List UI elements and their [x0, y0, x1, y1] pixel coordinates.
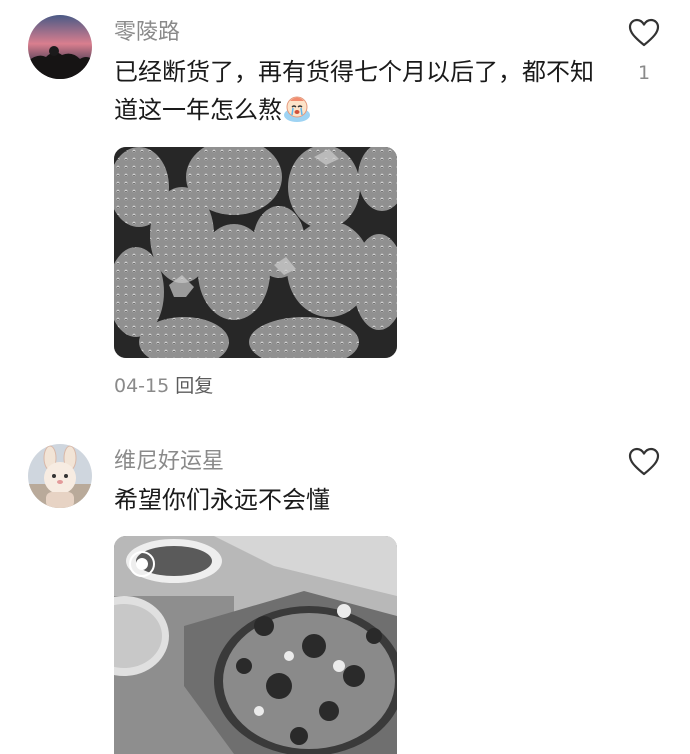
heart-outline-icon — [628, 18, 660, 47]
avatar[interactable] — [28, 444, 92, 508]
crying-face-emoji — [282, 93, 312, 123]
like-count: 1 — [637, 62, 651, 84]
comment-text-content: 已经断货了，再有货得七个月以后了，都不知道这一年怎么熬 — [114, 58, 594, 124]
avatar[interactable] — [28, 15, 92, 79]
username[interactable]: 维尼好运星 — [114, 447, 224, 477]
comment-text: 已经断货了，再有货得七个月以后了，都不知道这一年怎么熬 — [114, 53, 594, 129]
username[interactable]: 零陵路 — [114, 18, 180, 48]
heart-outline-icon — [628, 447, 660, 476]
comment-image[interactable] — [114, 536, 397, 754]
reply-button[interactable]: 回复 — [175, 375, 213, 397]
like-button[interactable]: 1 — [626, 18, 662, 84]
comment-date: 04-15 — [114, 375, 170, 397]
comment-text-content: 希望你们永远不会懂 — [114, 486, 330, 514]
comment-image[interactable] — [114, 147, 397, 358]
like-button[interactable] — [626, 447, 662, 481]
comment-text: 希望你们永远不会懂 — [114, 481, 594, 519]
comment-meta: 04-15 回复 — [114, 371, 213, 398]
